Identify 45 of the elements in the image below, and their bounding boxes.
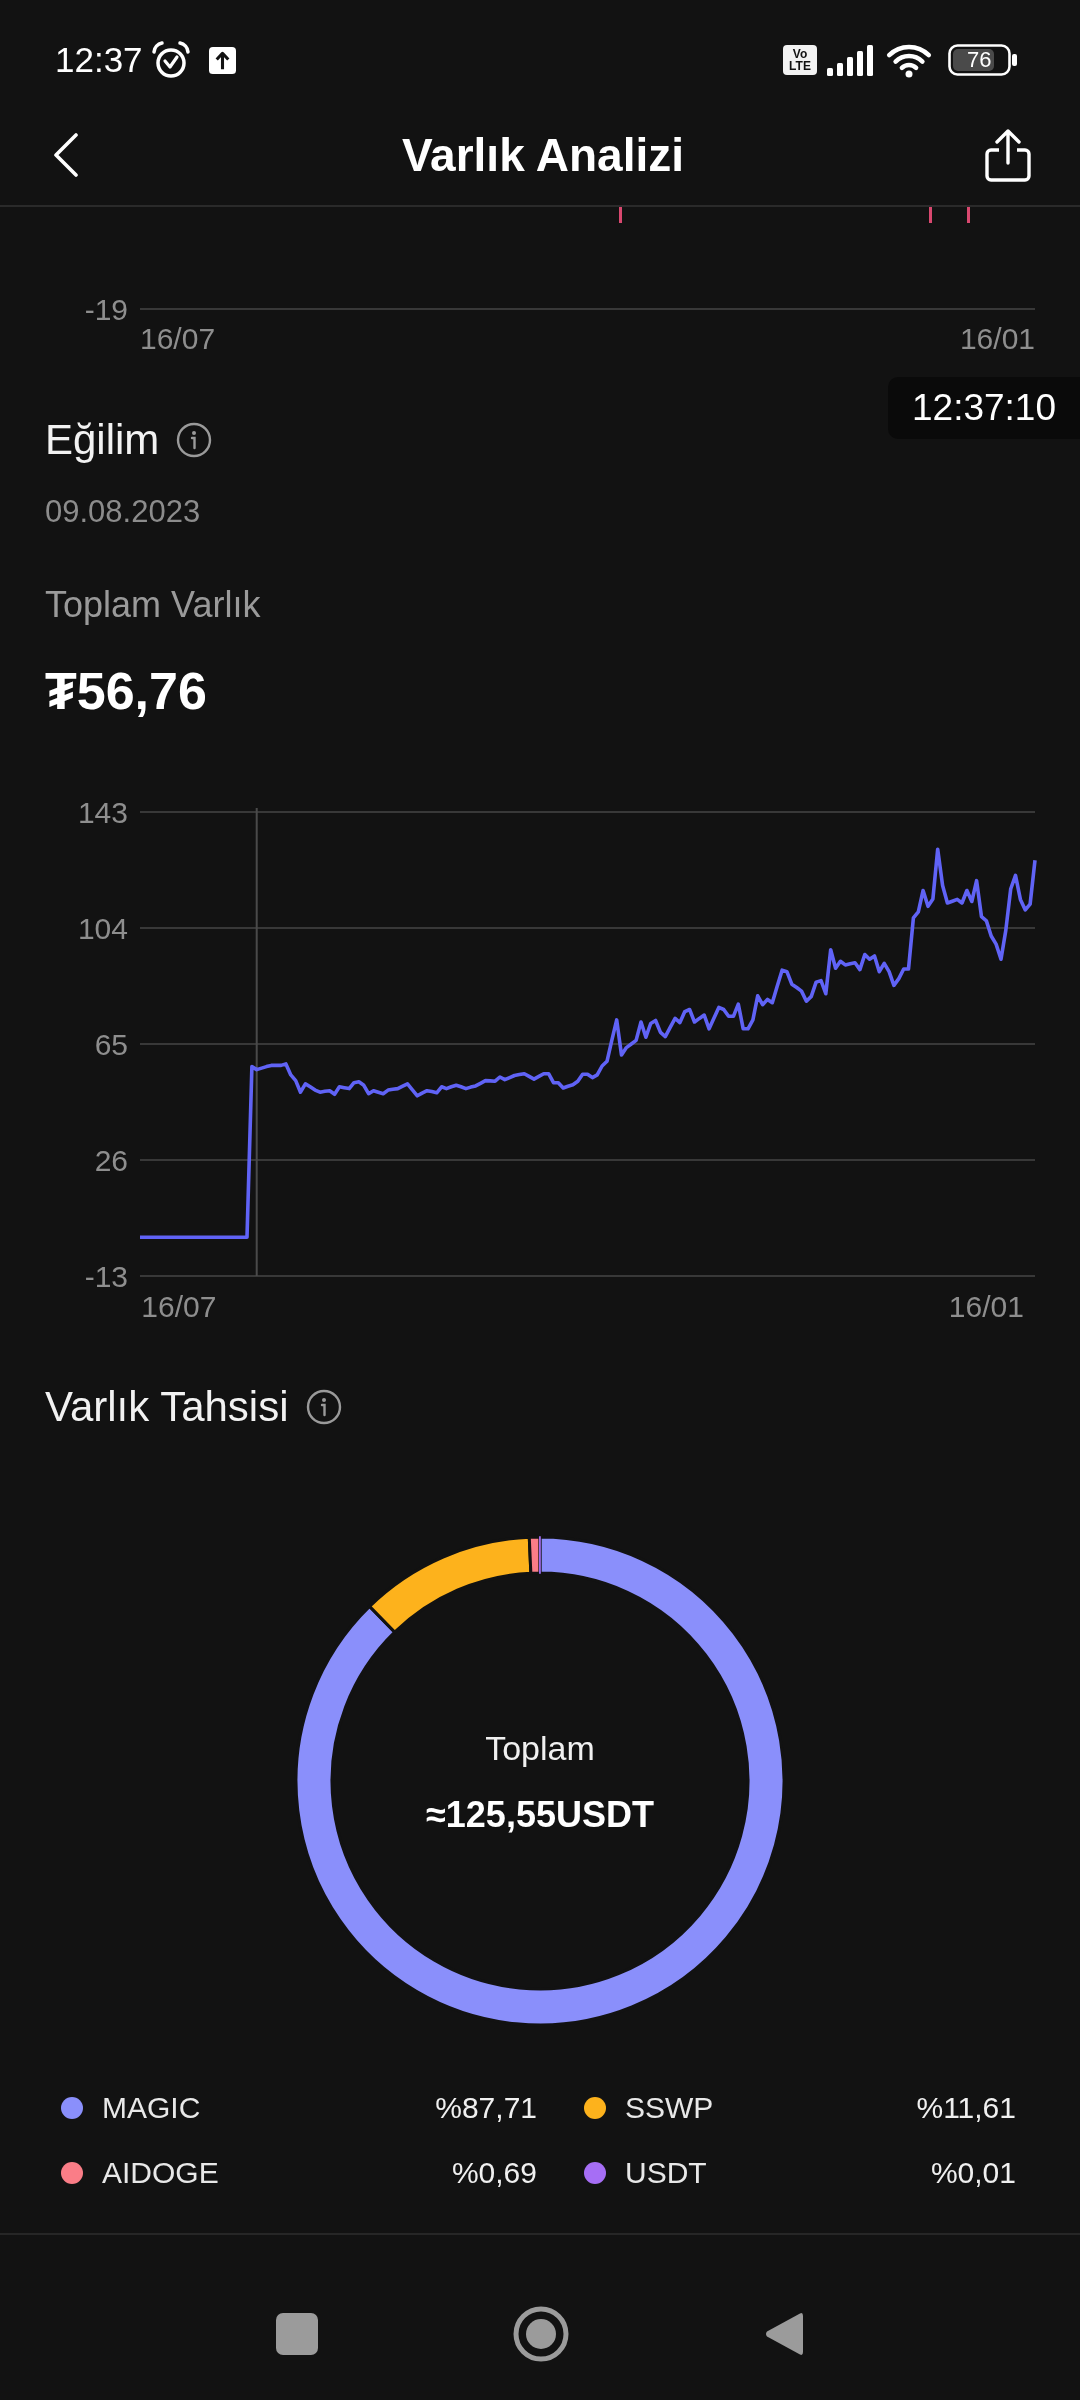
axis-label: -13 <box>84 1260 128 1293</box>
axis-label: 16/07 <box>140 322 216 355</box>
total-assets-value: ₮56,76 <box>45 661 208 721</box>
axis-label: 16/01 <box>948 1290 1024 1323</box>
axis-label: 16/07 <box>141 1290 217 1323</box>
selected-date: 09.08.2023 <box>45 493 202 531</box>
wifi-icon <box>886 42 932 78</box>
alarm-clock-icon <box>150 40 191 80</box>
info-icon[interactable] <box>305 1389 342 1425</box>
axis-label: -19 <box>84 293 128 326</box>
share-icon[interactable] <box>983 127 1033 182</box>
legend-label: USDT <box>625 2154 708 2191</box>
legend-value: %11,61 <box>916 2089 1016 2126</box>
info-icon[interactable] <box>176 422 213 458</box>
page-title: Varlık Analizi <box>401 127 685 182</box>
legend-label: AIDOGE <box>102 2154 220 2191</box>
legend-label: MAGIC <box>102 2089 202 2126</box>
home-icon[interactable] <box>513 2306 569 2362</box>
legend-value: %87,71 <box>435 2089 537 2126</box>
donut-center-label: Toplam <box>485 1727 595 1768</box>
axis-label: 143 <box>77 796 128 829</box>
axis-label: 16/01 <box>959 322 1035 355</box>
battery-percent: 76 <box>967 48 992 72</box>
battery-icon <box>948 44 1018 76</box>
chart-bar <box>619 207 622 223</box>
back-icon[interactable] <box>764 2311 804 2357</box>
time-tooltip: 12:37:10 <box>888 377 1080 439</box>
axis-label: 104 <box>77 912 128 945</box>
legend-label: SSWP <box>625 2089 715 2126</box>
legend-value: %0,01 <box>930 2154 1016 2191</box>
status-time: 12:37 <box>55 40 143 80</box>
chart-bar <box>967 207 970 223</box>
donut-center-value: ≈125,55USDT <box>426 1794 654 1835</box>
upload-icon <box>208 46 236 74</box>
signal-icon <box>826 44 874 76</box>
recents-icon[interactable] <box>276 2313 318 2355</box>
network-type-badge: Vo LTE <box>783 45 817 75</box>
chart-bar <box>929 207 932 223</box>
legend-value: %0,69 <box>451 2154 537 2191</box>
section-title: Varlık Tahsisi <box>45 1382 289 1432</box>
axis-label: 26 <box>94 1144 128 1177</box>
total-assets-label: Toplam Varlık <box>45 583 262 627</box>
section-title: Eğilim <box>45 415 160 465</box>
axis-label: 65 <box>94 1028 128 1061</box>
back-icon[interactable] <box>53 132 79 177</box>
